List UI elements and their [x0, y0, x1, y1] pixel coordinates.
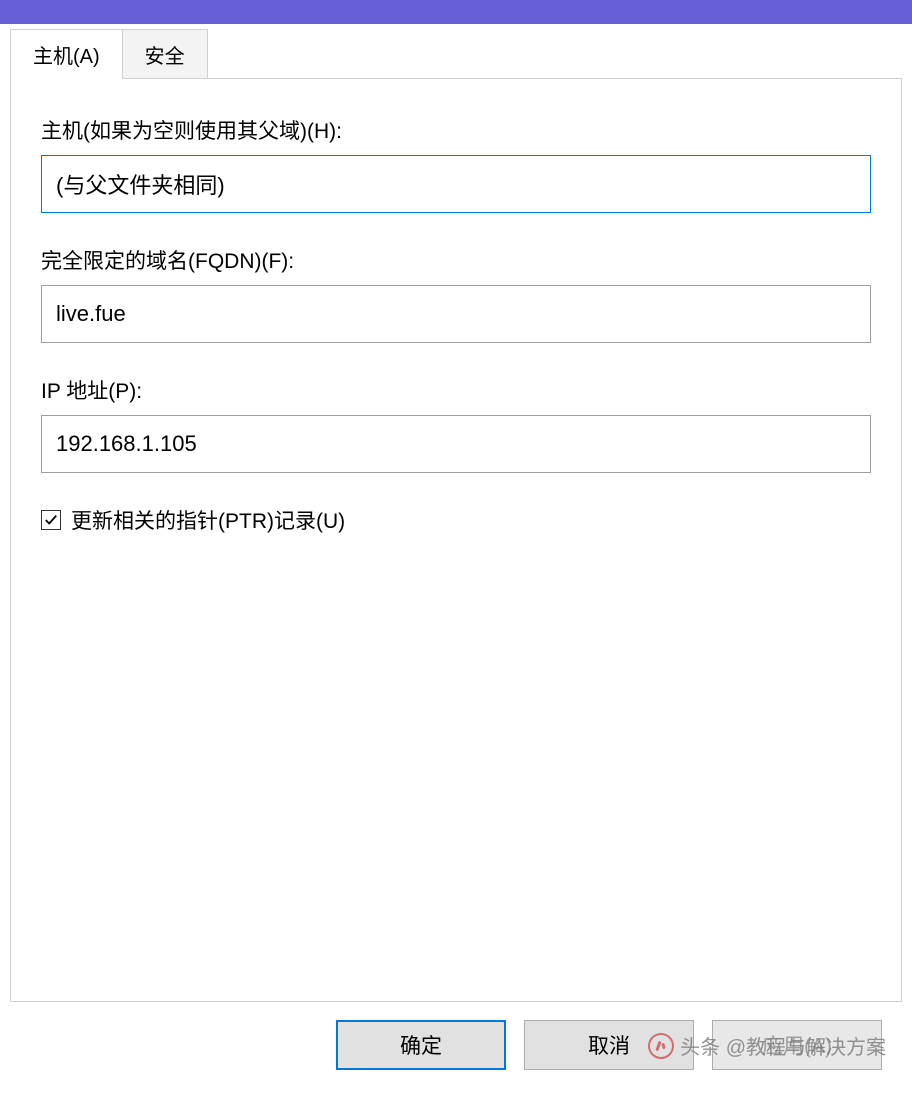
- ok-button[interactable]: 确定: [336, 1020, 506, 1070]
- apply-button: 应用(A): [712, 1020, 882, 1070]
- field-group-fqdn: 完全限定的域名(FQDN)(F):: [41, 245, 871, 343]
- fqdn-label: 完全限定的域名(FQDN)(F):: [41, 245, 871, 275]
- tab-host[interactable]: 主机(A): [10, 29, 123, 79]
- tab-strip: 主机(A) 安全: [0, 24, 912, 78]
- ip-input[interactable]: [41, 415, 871, 473]
- host-input[interactable]: [41, 155, 871, 213]
- checkmark-icon: [44, 513, 58, 527]
- tab-panel-host: 主机(如果为空则使用其父域)(H): 完全限定的域名(FQDN)(F): IP …: [10, 78, 902, 1002]
- ptr-checkbox-label[interactable]: 更新相关的指针(PTR)记录(U): [71, 505, 345, 535]
- tab-security[interactable]: 安全: [123, 29, 208, 79]
- dialog-body: 主机(A) 安全 主机(如果为空则使用其父域)(H): 完全限定的域名(FQDN…: [0, 24, 912, 1100]
- ptr-checkbox-row: 更新相关的指针(PTR)记录(U): [41, 505, 871, 535]
- button-bar: 确定 取消 应用(A): [0, 1002, 912, 1100]
- ptr-checkbox[interactable]: [41, 510, 61, 530]
- ip-label: IP 地址(P):: [41, 375, 871, 405]
- field-group-ip: IP 地址(P):: [41, 375, 871, 473]
- host-label: 主机(如果为空则使用其父域)(H):: [41, 115, 871, 145]
- title-bar: [0, 0, 912, 24]
- cancel-button[interactable]: 取消: [524, 1020, 694, 1070]
- fqdn-input[interactable]: [41, 285, 871, 343]
- field-group-host: 主机(如果为空则使用其父域)(H):: [41, 115, 871, 213]
